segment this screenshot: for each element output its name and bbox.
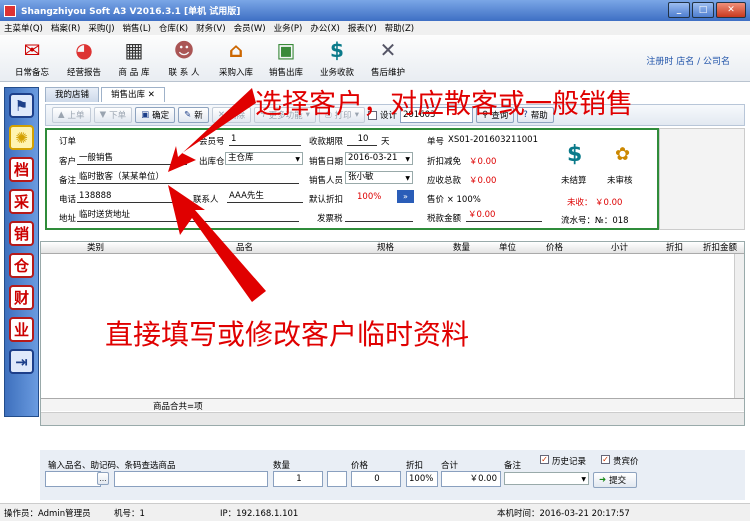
annotation-arrows xyxy=(168,88,266,302)
arrow-up-left-annotation xyxy=(168,88,256,172)
arrow-up-annotation xyxy=(168,185,266,302)
